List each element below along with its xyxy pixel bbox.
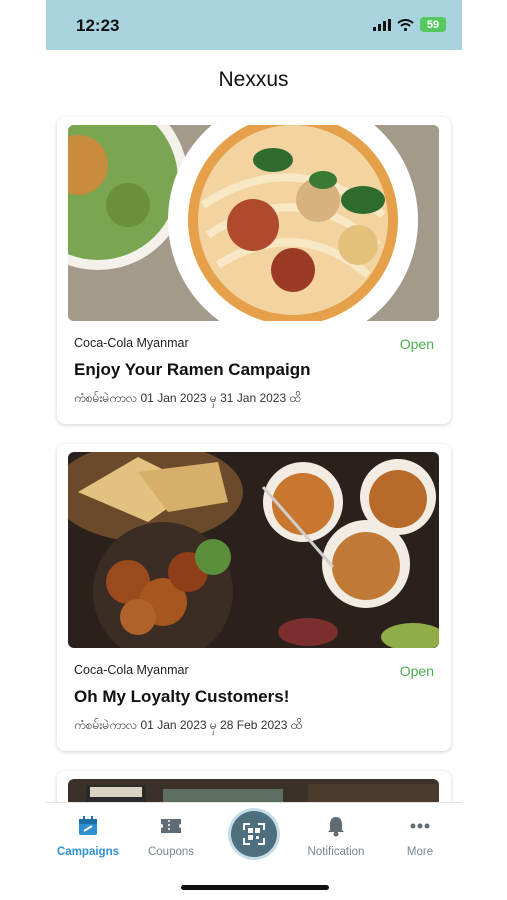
tab-coupons[interactable]: Coupons [129, 815, 213, 858]
curry-and-naan-spread-photo [68, 452, 439, 648]
tab-campaigns[interactable]: Campaigns [46, 815, 130, 858]
campaign-brand: Coca-Cola Myanmar [74, 663, 189, 677]
cellular-signal-icon [373, 18, 391, 31]
campaign-period: ကံစမ်းမဲကာလ 01 Jan 2023 မှ 28 Feb 2023 ထ… [74, 718, 303, 732]
campaign-status-badge: Open [399, 663, 434, 679]
home-indicator [181, 885, 329, 890]
more-dots-icon [410, 823, 430, 829]
ticket-icon [161, 819, 181, 833]
tab-label: Coupons [147, 846, 195, 858]
status-bar: 12:23 59 [46, 0, 462, 50]
tab-label: Campaigns [57, 846, 119, 858]
campaign-period: ကံစမ်းမဲကာလ 01 Jan 2023 မှ 31 Jan 2023 ထ… [74, 391, 302, 405]
status-time: 12:23 [76, 16, 120, 35]
campaign-card[interactable]: Coca-Cola Myanmar Open Enjoy Your Ramen … [57, 117, 451, 424]
campaign-status-badge: Open [399, 336, 434, 352]
tab-label: Notification [307, 846, 365, 858]
tab-label: More [406, 846, 434, 858]
calendar-icon [79, 816, 97, 835]
qr-scan-icon [243, 823, 265, 845]
status-icons: 59 [373, 17, 446, 32]
wifi-icon [397, 18, 414, 31]
battery-icon: 59 [420, 17, 446, 32]
campaign-title: Oh My Loyalty Customers! [74, 687, 290, 706]
campaign-title: Enjoy Your Ramen Campaign [74, 360, 311, 379]
tab-notification[interactable]: Notification [294, 815, 378, 858]
campaign-brand: Coca-Cola Myanmar [74, 336, 189, 350]
bell-icon [328, 817, 344, 837]
app-title: Nexxus [218, 68, 289, 91]
ramen-noodle-bowl-photo [68, 125, 439, 321]
qr-scan-button[interactable] [231, 811, 277, 857]
tab-more[interactable]: More [378, 815, 462, 858]
campaign-card[interactable]: Coca-Cola Myanmar Open Oh My Loyalty Cus… [57, 444, 451, 751]
